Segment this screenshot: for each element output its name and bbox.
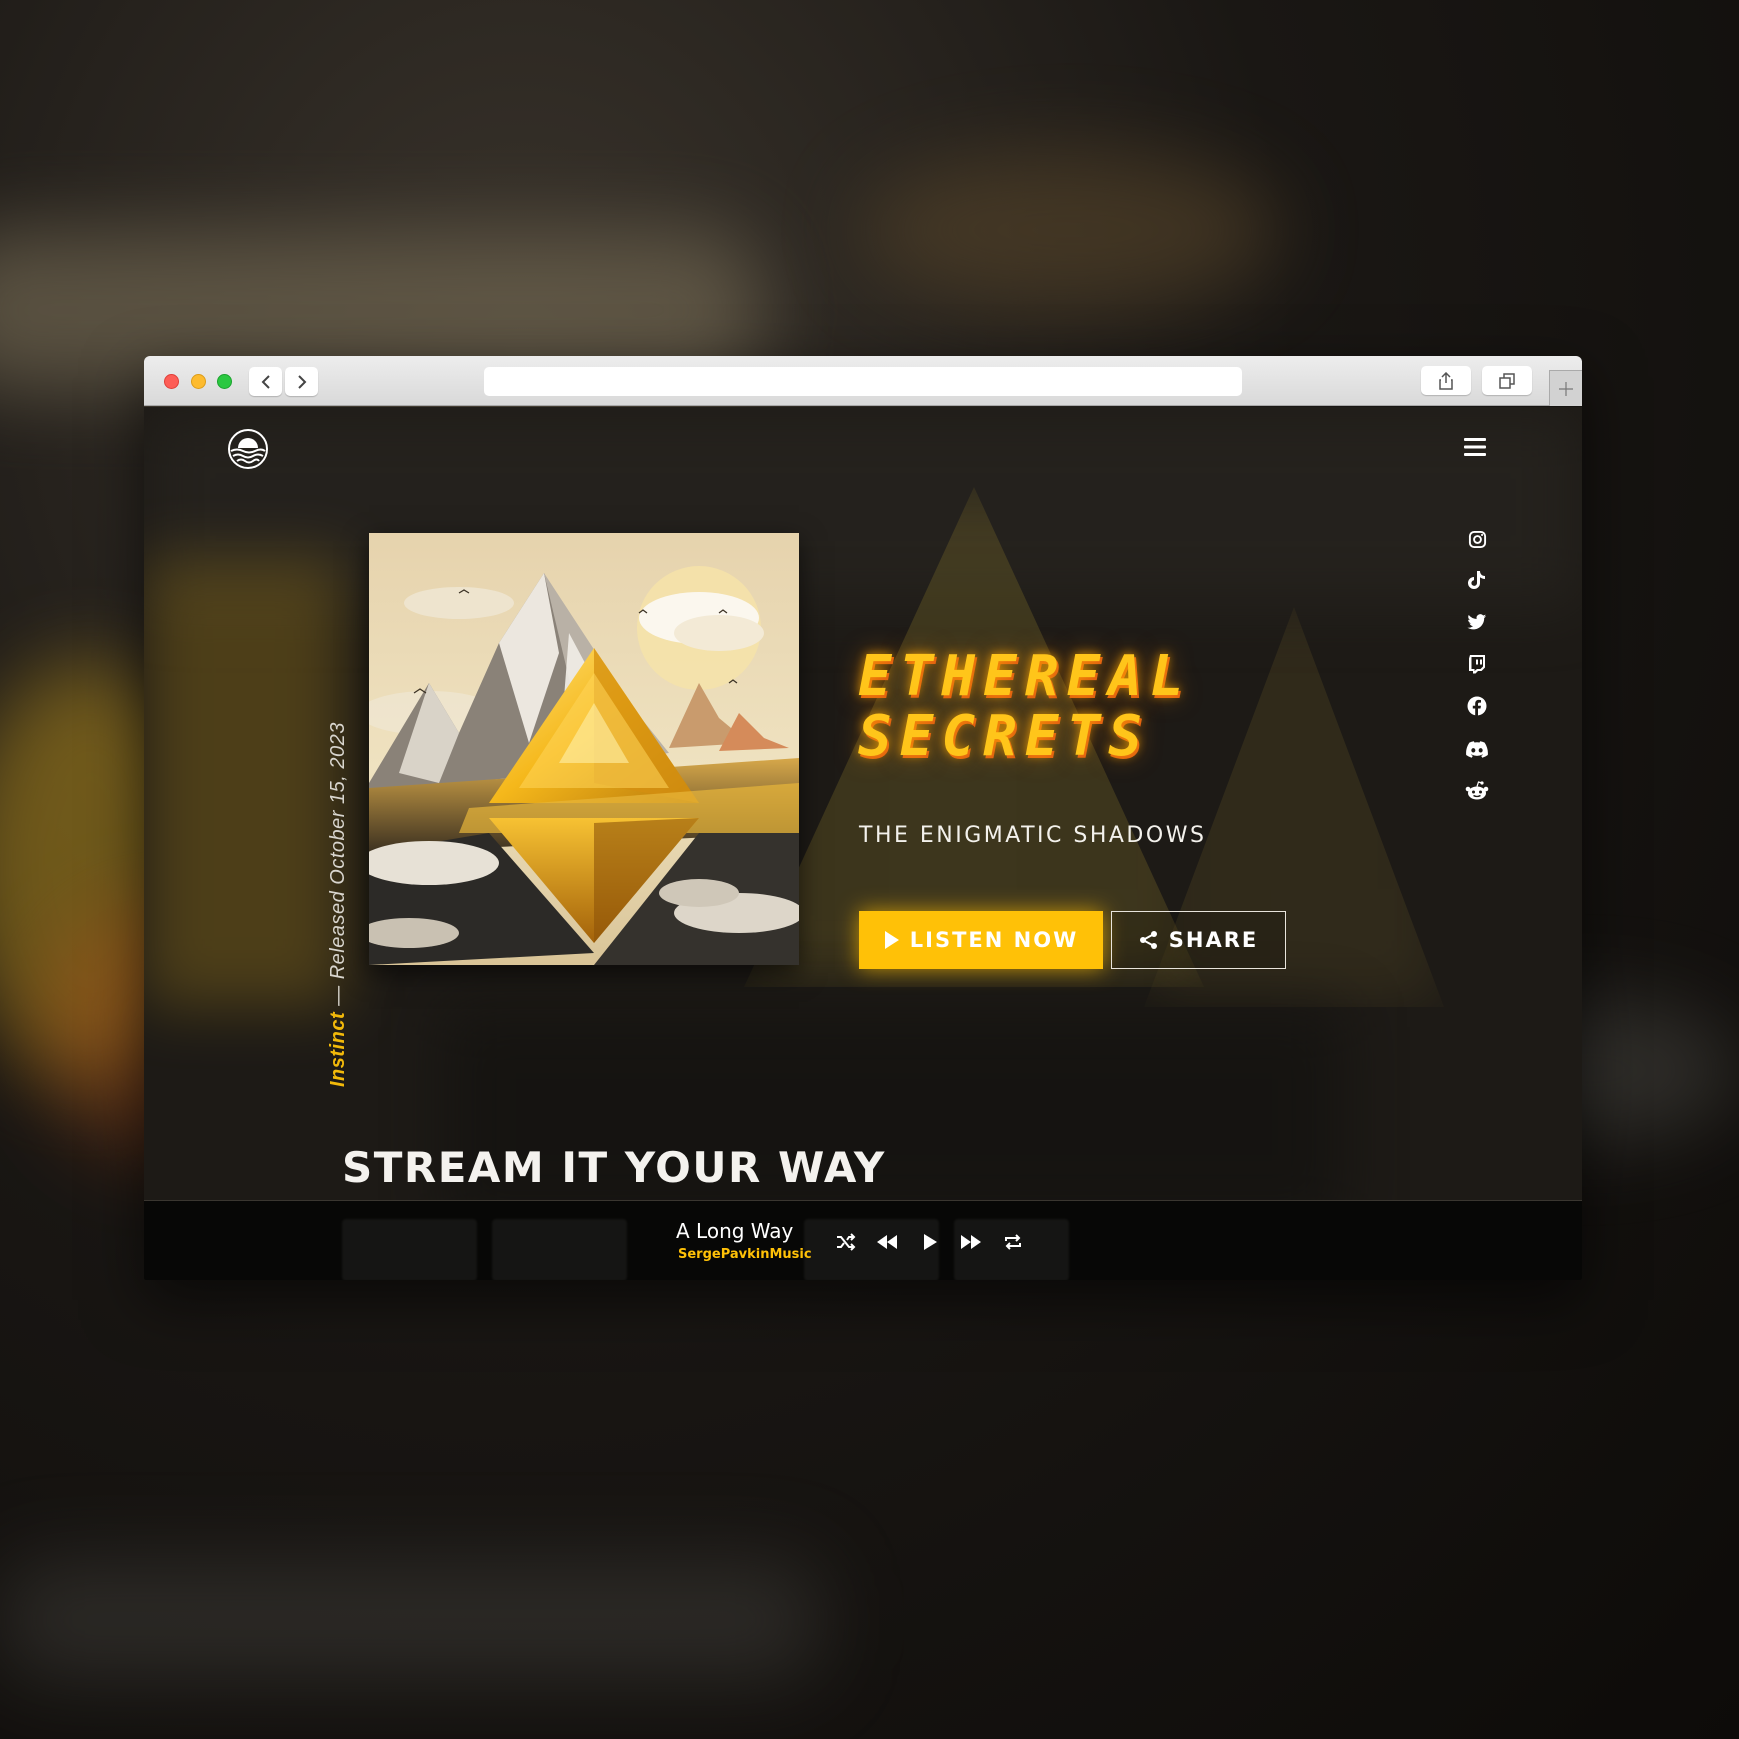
menu-button[interactable] <box>1463 436 1487 458</box>
forward-button[interactable] <box>285 367 318 396</box>
stream-card-placeholder <box>342 1219 477 1280</box>
album-title-line2: SECRETS <box>858 704 1151 769</box>
music-player-bar: A Long Way SergePavkinMusic <box>144 1200 1582 1280</box>
track-title: A Long Way <box>676 1219 794 1243</box>
new-tab-button[interactable] <box>1549 370 1582 406</box>
share-label: SHARE <box>1168 928 1259 952</box>
rewind-icon <box>877 1235 897 1249</box>
share-upload-icon <box>1439 371 1453 390</box>
close-window-button[interactable] <box>164 374 179 389</box>
album-cover-art <box>369 533 799 965</box>
facebook-link[interactable] <box>1466 695 1488 717</box>
reddit-link[interactable] <box>1464 780 1490 802</box>
instagram-link[interactable] <box>1466 528 1488 550</box>
listen-now-label: LISTEN NOW <box>909 928 1079 952</box>
discord-link[interactable] <box>1466 738 1488 760</box>
shuffle-icon <box>837 1233 856 1251</box>
sun-over-waves-logo <box>228 429 268 469</box>
twitter-link[interactable] <box>1466 611 1488 633</box>
play-button[interactable] <box>918 1231 942 1253</box>
tiktok-link[interactable] <box>1466 569 1488 591</box>
previous-button[interactable] <box>875 1231 899 1253</box>
repeat-button[interactable] <box>1001 1231 1025 1253</box>
repeat-icon <box>1005 1234 1021 1250</box>
shuffle-button[interactable] <box>834 1231 858 1253</box>
discord-icon <box>1466 740 1488 758</box>
track-artist[interactable]: SergePavkinMusic <box>678 1247 812 1262</box>
tab-overview-button[interactable] <box>1482 366 1532 395</box>
zoom-window-button[interactable] <box>217 374 232 389</box>
tiktok-icon <box>1468 571 1485 589</box>
facebook-icon <box>1467 696 1487 716</box>
fast-forward-icon <box>961 1235 981 1249</box>
album-title: ETHEREAL SECRETS <box>858 647 1258 767</box>
plus-icon <box>1559 381 1573 396</box>
stream-card-placeholder <box>492 1219 627 1280</box>
minimize-window-button[interactable] <box>191 374 206 389</box>
share-button[interactable]: SHARE <box>1111 911 1286 969</box>
stream-section-title: STREAM IT YOUR WAY <box>342 1143 886 1192</box>
twitch-icon <box>1469 655 1485 674</box>
album-title-line1: ETHEREAL <box>858 644 1192 709</box>
address-bar[interactable] <box>484 367 1242 396</box>
artist-name: THE ENIGMATIC SHADOWS <box>859 823 1207 848</box>
release-date: — Released October 15, 2023 <box>327 722 349 1012</box>
listen-now-button[interactable]: LISTEN NOW <box>859 911 1103 969</box>
site-logo[interactable] <box>227 428 269 470</box>
browser-share-button[interactable] <box>1421 366 1471 395</box>
reddit-icon <box>1465 781 1489 800</box>
chevron-right-icon <box>297 374 306 389</box>
tabs-icon <box>1499 372 1515 389</box>
browser-window: Instinct — Released October 15, 2023 ETH… <box>144 356 1582 1280</box>
twitter-icon <box>1467 613 1487 629</box>
chevron-left-icon <box>261 374 270 389</box>
release-info: Instinct — Released October 15, 2023 <box>327 722 350 1087</box>
play-icon <box>924 1234 937 1250</box>
release-label[interactable]: Instinct <box>327 1012 349 1087</box>
play-icon <box>884 931 899 949</box>
back-button[interactable] <box>249 367 282 396</box>
instagram-icon <box>1468 530 1486 548</box>
twitch-link[interactable] <box>1466 653 1488 675</box>
hamburger-icon <box>1464 438 1486 456</box>
share-icon <box>1139 931 1157 949</box>
web-page: Instinct — Released October 15, 2023 ETH… <box>144 407 1582 1280</box>
browser-toolbar <box>144 356 1582 406</box>
next-button[interactable] <box>959 1231 983 1253</box>
